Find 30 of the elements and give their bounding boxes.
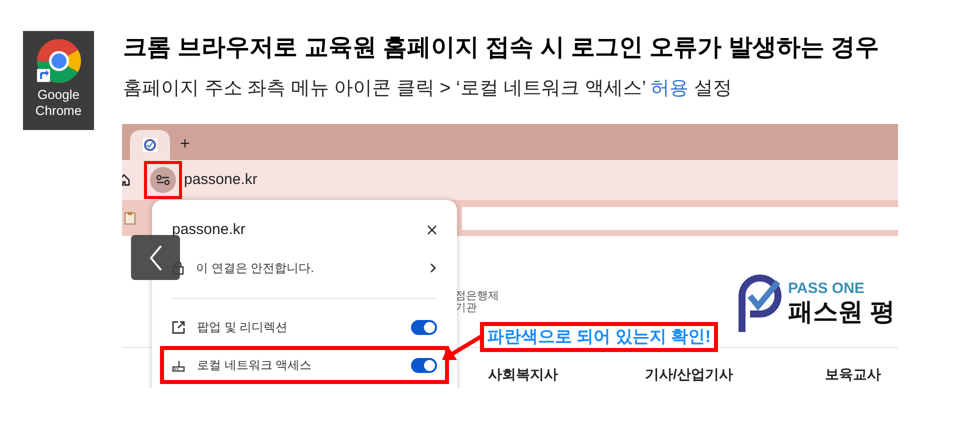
chrome-icon bbox=[34, 37, 82, 85]
permission-label: 로컬 네트워크 액세스 bbox=[197, 357, 313, 374]
tune-icon bbox=[156, 175, 170, 185]
nav-link[interactable]: 보육교사 bbox=[825, 364, 898, 385]
site-info-button[interactable] bbox=[150, 167, 176, 193]
panel-site-title: passone.kr bbox=[172, 220, 246, 240]
shortcut-label: Google Chrome bbox=[34, 87, 83, 119]
address-text[interactable]: passone.kr bbox=[184, 168, 258, 192]
close-icon[interactable] bbox=[427, 225, 437, 235]
permission-label: 팝업 및 리디렉션 bbox=[197, 319, 289, 336]
nav-link[interactable]: 기사/산업기사 bbox=[645, 364, 825, 385]
desktop-shortcut-tile[interactable]: Google Chrome bbox=[23, 31, 94, 130]
connection-status[interactable]: 이 연결은 안전합니다. bbox=[196, 259, 430, 277]
external-link-icon bbox=[172, 320, 185, 334]
toggle-switch[interactable] bbox=[411, 358, 437, 372]
logo-name: 패스원 평 bbox=[788, 297, 895, 327]
callout: 파란색으로 되어 있는지 확인! bbox=[480, 322, 718, 352]
logo-tagline: PASS ONE bbox=[788, 281, 866, 297]
new-tab-button[interactable]: + bbox=[180, 135, 190, 153]
browser-tab[interactable] bbox=[130, 130, 170, 160]
router-icon bbox=[172, 358, 185, 372]
heading: 크롬 브라우저로 교육원 홈페이지 접속 시 로그인 오류가 발생하는 경우 bbox=[123, 33, 880, 63]
nav-link[interactable]: 사회복지사 bbox=[488, 364, 645, 385]
side-text: 점은행제 기관 bbox=[455, 290, 499, 314]
chevron-right-icon[interactable] bbox=[430, 263, 437, 273]
clipboard-icon[interactable] bbox=[124, 211, 136, 225]
subheading: 홈페이지 주소 좌측 메뉴 아이콘 클릭 > ‘로컬 네트워크 액세스’ 허용 설정 bbox=[123, 77, 733, 101]
favicon-icon bbox=[143, 138, 157, 152]
chevron-left-icon bbox=[148, 244, 162, 270]
toggle-switch[interactable] bbox=[411, 320, 437, 334]
